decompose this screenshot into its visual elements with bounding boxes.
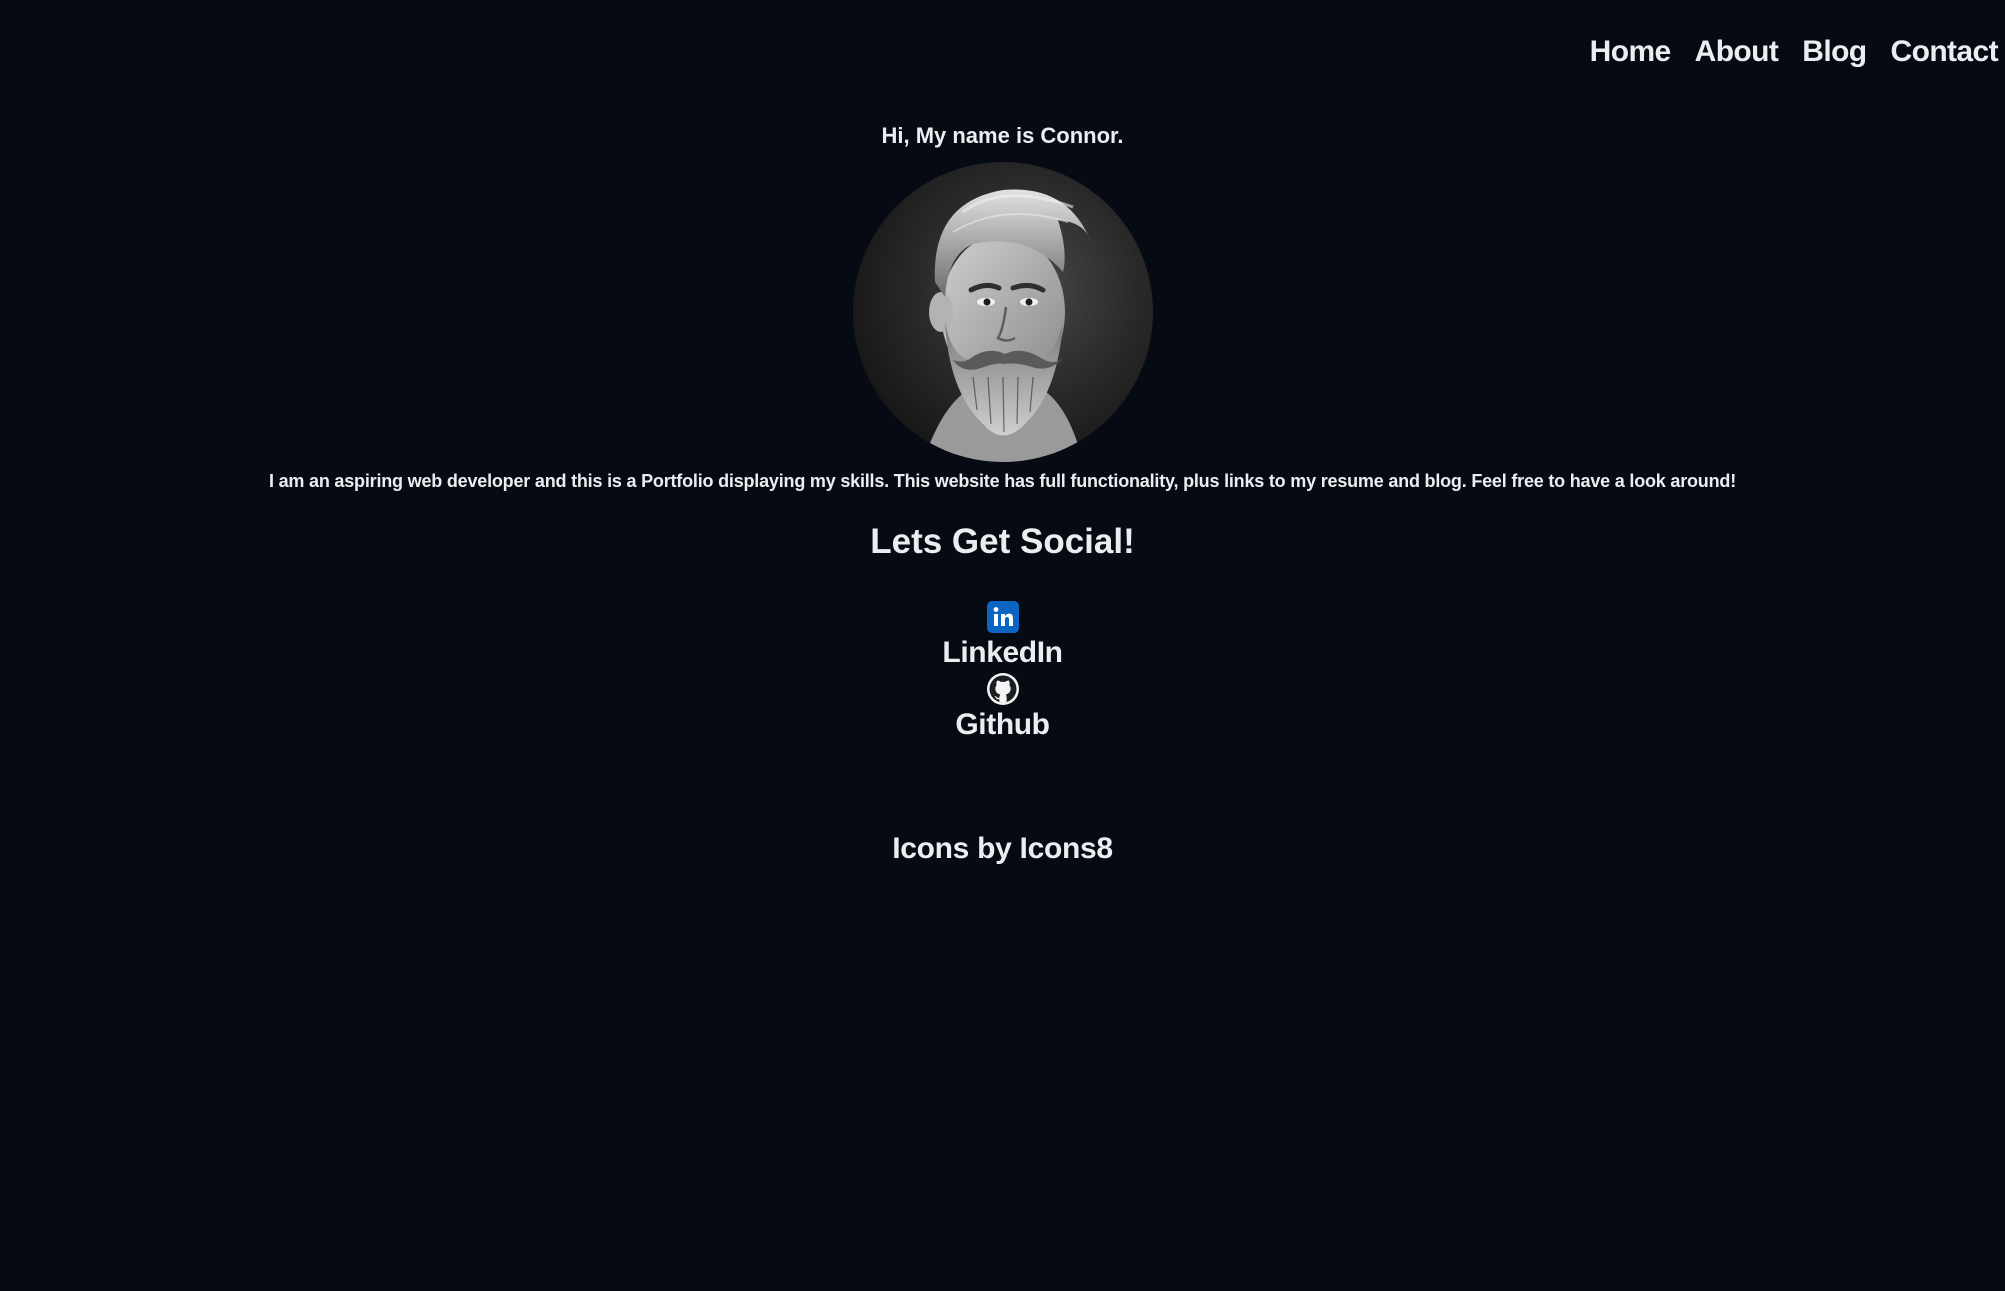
bio-text: I am an aspiring web developer and this …	[269, 471, 1736, 491]
credit-prefix: Icons by	[892, 832, 1020, 865]
profile-portrait-image	[853, 162, 1153, 462]
github-label: Github	[955, 708, 1050, 741]
icons-credit: Icons by Icons8	[0, 826, 2005, 872]
nav-home-link[interactable]: Home	[1590, 31, 1672, 73]
linkedin-label: LinkedIn	[942, 636, 1063, 669]
linkedin-link[interactable]: LinkedIn	[0, 600, 2005, 672]
nav-blog-link[interactable]: Blog	[1802, 31, 1867, 73]
nav-about-link[interactable]: About	[1695, 31, 1779, 73]
social-heading: Lets Get Social!	[870, 522, 1135, 561]
nav-contact-link[interactable]: Contact	[1891, 31, 1999, 73]
profile-avatar	[853, 162, 1153, 462]
top-nav: Home About Blog Contact	[1590, 31, 1999, 73]
social-links: LinkedIn Github	[0, 600, 2005, 744]
portfolio-page: Home About Blog Contact Hi, My name is C…	[0, 0, 2005, 1291]
github-link[interactable]: Github	[0, 672, 2005, 744]
greeting-heading: Hi, My name is Connor.	[881, 123, 1124, 148]
icons8-link[interactable]: Icons8	[1020, 832, 1114, 865]
github-icon	[986, 672, 1020, 706]
linkedin-icon	[986, 600, 1020, 634]
